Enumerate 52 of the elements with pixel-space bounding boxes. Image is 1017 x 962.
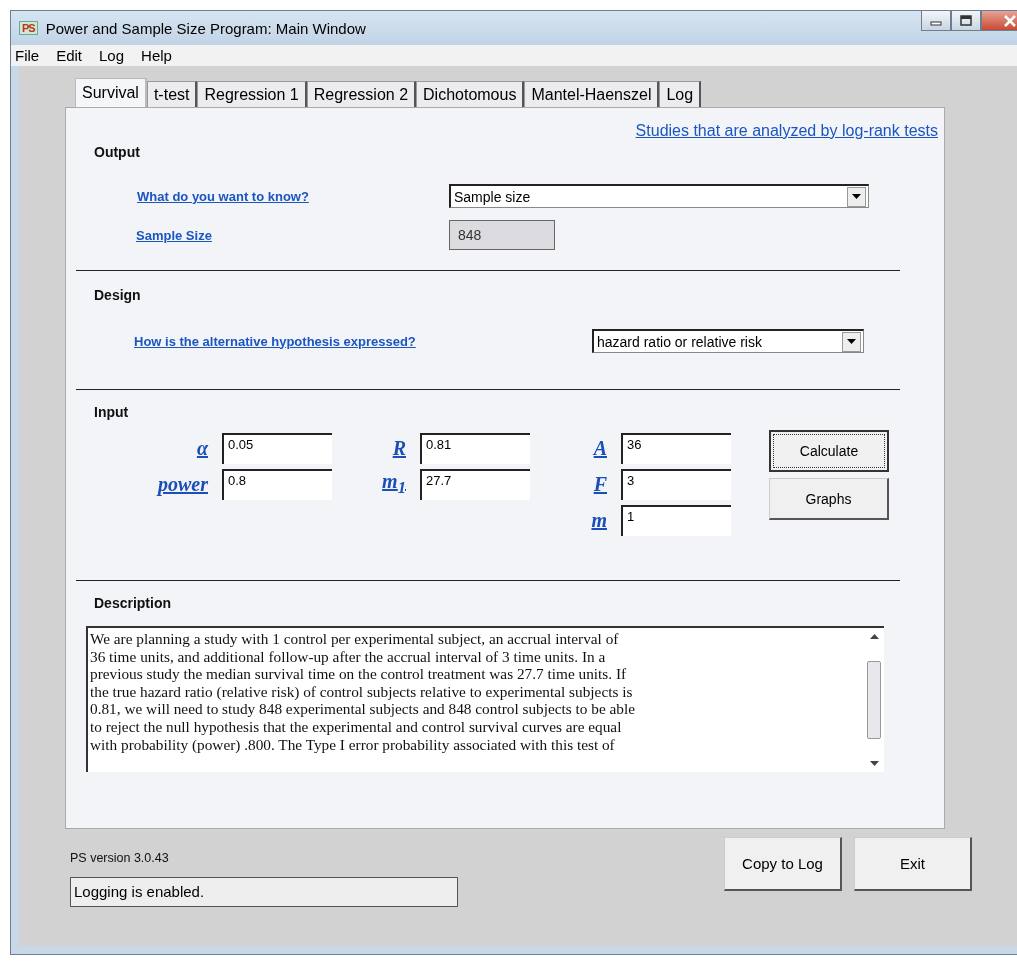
- app-icon: PS: [19, 21, 38, 35]
- dropdown[interactable]: hazard ratio or relative risk: [592, 329, 864, 353]
- maximize-button[interactable]: [951, 11, 981, 31]
- action-button[interactable]: Graphs: [769, 478, 889, 520]
- input-field[interactable]: 27.7: [420, 468, 530, 500]
- section-heading: Output: [94, 144, 141, 160]
- scroll-thumb[interactable]: [867, 661, 881, 739]
- parameter-link[interactable]: m$_{1}$: [382, 470, 420, 498]
- description-box[interactable]: [86, 626, 884, 772]
- parameter-link[interactable]: F: [593, 472, 621, 496]
- scroll-up-icon: [869, 634, 879, 639]
- input-field[interactable]: 0.81: [420, 432, 530, 464]
- parameter-link[interactable]: α: [196, 436, 222, 460]
- input-field[interactable]: 36: [621, 432, 731, 464]
- input-field[interactable]: 1: [621, 504, 731, 536]
- result-link[interactable]: Sample Size: [136, 227, 449, 243]
- input-field[interactable]: 0.8: [222, 468, 332, 500]
- input-field[interactable]: 3: [621, 468, 731, 500]
- parameter-link[interactable]: R: [392, 436, 420, 460]
- tab[interactable]: Mantel-Haenszel: [524, 81, 660, 107]
- section-heading: Description: [94, 595, 172, 611]
- tab[interactable]: t-test: [146, 81, 198, 107]
- parameter-link[interactable]: A: [593, 436, 621, 460]
- dropdown[interactable]: Sample size: [449, 184, 869, 208]
- parameter-link[interactable]: power: [158, 472, 222, 496]
- window-title: Power and Sample Size Program: Main Window: [45, 19, 366, 37]
- section-heading: Input: [94, 404, 130, 420]
- version-label: PS version 3.0.43: [70, 851, 170, 865]
- menu-item[interactable]: File: [15, 47, 40, 64]
- close-icon: [1003, 14, 1017, 27]
- scroll-down-icon: [869, 761, 879, 766]
- parameter-link[interactable]: m: [591, 508, 621, 532]
- tab[interactable]: Dichotomous: [416, 81, 525, 107]
- question-link[interactable]: How is the alternative hypothesis expressed?: [134, 333, 592, 349]
- tab[interactable]: Regression 2: [306, 81, 417, 107]
- menu-item[interactable]: Log: [99, 47, 125, 64]
- tab[interactable]: Survival: [75, 78, 147, 107]
- tab[interactable]: Regression 1: [197, 81, 307, 107]
- menu-item[interactable]: Help: [141, 47, 172, 64]
- minimize-button[interactable]: [921, 11, 951, 31]
- description-text: We are planning a study with 1 control per experimental subject, an accrual interval of 36 time units, and additional follow-up after the accrual interval of 3 time units. In a previous study the median survival time on the control treatment was 27.7 time units. If the true hazard ratio (relative risk) of control subjects relative to experimental subjects is 0.81, we will need to study 848 experimental subjects and 848 control subjects to be able to reject the null hypothesis that the experimental and control survival curves are equal with probability (power) .800. The Type I error probability associated with this test of: [89, 629, 637, 755]
- tab[interactable]: Log: [659, 81, 702, 107]
- question-link[interactable]: What do you want to know?: [137, 188, 449, 204]
- menu-item[interactable]: Edit: [56, 47, 83, 64]
- input-field[interactable]: 0.05: [222, 432, 332, 464]
- status-field: Logging is enabled.: [70, 877, 458, 907]
- maximize-icon: [959, 14, 973, 27]
- footer-button[interactable]: Copy to Log: [724, 837, 842, 891]
- info-link[interactable]: Studies that are analyzed by log-rank tests: [635, 122, 938, 144]
- action-button[interactable]: Calculate: [769, 430, 889, 472]
- section-heading: Design: [94, 287, 142, 303]
- footer-button[interactable]: Exit: [854, 837, 972, 891]
